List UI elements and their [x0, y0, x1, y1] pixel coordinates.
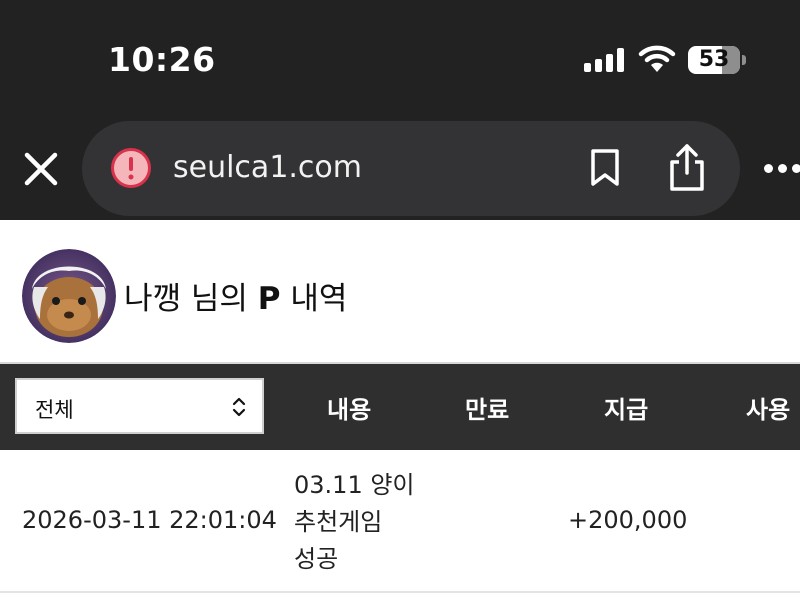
share-icon[interactable] — [666, 143, 708, 193]
cellular-signal-icon — [584, 48, 626, 72]
row-description-line: 03.11 양이 — [294, 471, 415, 499]
bookmark-icon[interactable] — [588, 148, 622, 188]
battery-tip — [742, 55, 746, 65]
row-divider — [0, 591, 800, 593]
avatar — [22, 249, 116, 343]
battery-icon: 53 — [688, 46, 740, 74]
user-name: 나깽 — [124, 281, 182, 317]
column-header-used: 사용 — [746, 396, 791, 424]
row-description: 03.11 양이 추천게임 성공 — [294, 467, 444, 578]
battery-level: 53 — [698, 47, 730, 72]
url-text[interactable]: seulca1.com — [173, 150, 362, 185]
filter-value: 전체 — [35, 398, 74, 422]
column-header-paid: 지급 — [604, 396, 649, 424]
row-description-line: 성공 — [294, 545, 339, 573]
status-time: 10:26 — [108, 40, 216, 79]
row-description-line: 추천게임 — [294, 508, 383, 536]
filter-select[interactable]: 전체 — [15, 378, 264, 434]
title-suffix: 님의 — [181, 281, 258, 317]
row-date: 2026-03-11 22:01:04 — [22, 506, 277, 534]
page-title: 나깽 님의 P 내역 — [124, 273, 347, 318]
updown-chevron-icon — [232, 397, 246, 417]
column-header-content: 내용 — [327, 396, 372, 424]
wifi-icon — [638, 45, 676, 72]
more-options-icon[interactable] — [764, 160, 800, 178]
title-tail: 내역 — [280, 281, 348, 317]
row-paid-amount: +200,000 — [568, 506, 688, 534]
close-icon[interactable] — [22, 150, 60, 188]
site-warning-icon[interactable] — [110, 147, 152, 189]
column-header-expire: 만료 — [465, 396, 510, 424]
points-label: P — [257, 281, 281, 317]
